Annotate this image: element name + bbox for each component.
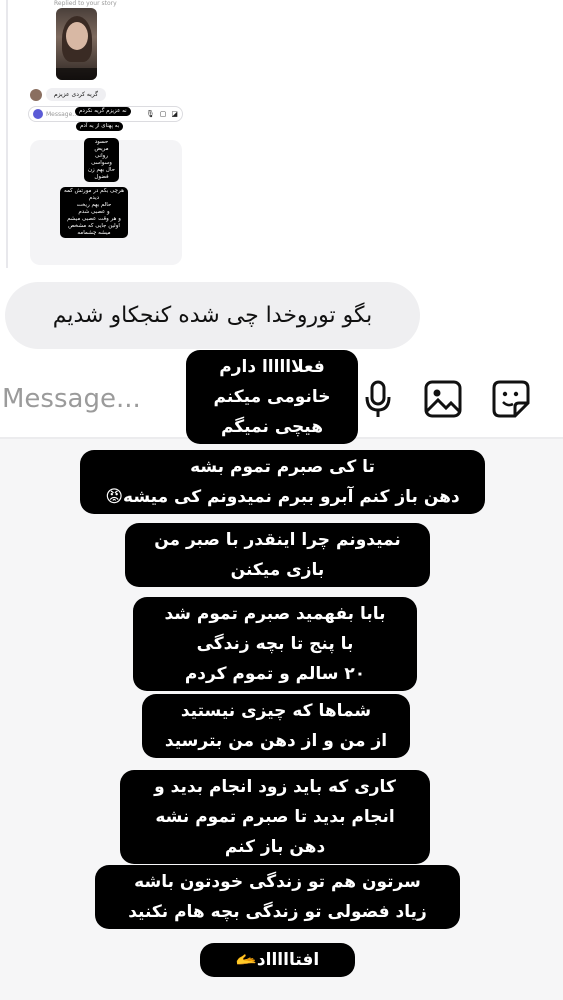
sticker-icon[interactable]	[490, 378, 532, 420]
camera-icon	[33, 109, 43, 119]
microphone-icon: 🎙	[145, 110, 155, 118]
story-thumbnail[interactable]	[56, 8, 97, 80]
mini-caption: هرچی بکم در مورتش کمه دیدم حالم بهم ریخت…	[60, 187, 128, 238]
mini-caption: نه عزیزم گریه نکردم	[75, 107, 131, 116]
microphone-icon[interactable]	[357, 378, 399, 420]
message-bubble[interactable]: بگو توروخدا چی شده کنجکاو شدیم	[5, 282, 420, 349]
avatar	[30, 88, 42, 101]
story-caption: سرتون هم تو زندگی خودتون باشه زیاد فضولی…	[95, 865, 460, 929]
image-icon: ▢	[159, 110, 167, 118]
story-caption: فعلاااااا دارم خانومی میکنم هیچی نمیگم	[186, 350, 358, 444]
mini-reply-row: گریه کردی عزیزم	[30, 88, 106, 101]
sticker-icon: ◪	[171, 110, 178, 118]
story-reply-preview: Replied to your story گریه کردی عزیزم Me…	[0, 0, 563, 275]
mini-caption: به پهنای از یه آدم	[76, 122, 124, 131]
replied-label: Replied to your story	[54, 0, 117, 7]
mini-input-placeholder: Message...	[46, 110, 79, 118]
story-caption: تا کی صبرم تموم بشه دهن باز کنم آبرو ببر…	[80, 450, 485, 514]
divider	[6, 0, 8, 268]
mini-reply-bubble: گریه کردی عزیزم	[46, 88, 106, 101]
story-caption: بابا بفهمید صبرم تموم شد با پنج تا بچه ز…	[133, 597, 417, 691]
story-caption: نمیدونم چرا اینقدر با صبر من بازی میکنن	[125, 523, 430, 587]
story-caption: شماها که چیزی نیستید از من و از دهن من ب…	[142, 694, 410, 758]
mini-caption: حسود مریض روانی وسواسی حال بهم زن فضول	[84, 138, 119, 182]
story-caption: کاری که باید زود انجام بدید و انجام بدید…	[120, 770, 430, 864]
story-caption: افتاااااد🫴	[200, 943, 355, 977]
image-icon[interactable]	[422, 378, 464, 420]
